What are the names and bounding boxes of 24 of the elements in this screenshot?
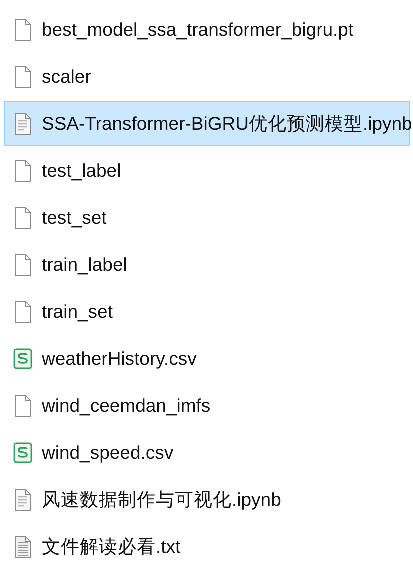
file-icon: [13, 64, 33, 88]
file-item[interactable]: weatherHistory.csv: [4, 336, 410, 381]
file-item[interactable]: wind_ceemdan_imfs: [4, 383, 410, 428]
text-file-icon: [13, 534, 33, 558]
file-item[interactable]: SSA-Transformer-BiGRU优化预测模型.ipynb: [4, 101, 410, 146]
file-item[interactable]: best_model_ssa_transformer_bigru.pt: [4, 7, 410, 52]
file-item[interactable]: wind_speed.csv: [4, 430, 410, 475]
file-item[interactable]: 风速数据制作与可视化.ipynb: [4, 477, 410, 522]
file-item[interactable]: scaler: [4, 54, 410, 99]
file-icon: [13, 300, 33, 324]
file-icon: [13, 158, 33, 182]
spreadsheet-icon: [13, 346, 33, 370]
file-item[interactable]: test_label: [4, 148, 410, 193]
file-icon: [13, 18, 33, 42]
document-icon: [13, 488, 33, 512]
file-item[interactable]: test_set: [4, 195, 410, 240]
spreadsheet-icon: [13, 440, 33, 464]
file-item[interactable]: train_label: [4, 242, 410, 287]
file-item[interactable]: 文件解读必看.txt: [4, 524, 410, 567]
file-icon: [13, 394, 33, 418]
file-item[interactable]: train_set: [4, 289, 410, 334]
file-icon: [13, 206, 33, 230]
file-icon: [13, 252, 33, 276]
document-icon: [13, 112, 33, 136]
